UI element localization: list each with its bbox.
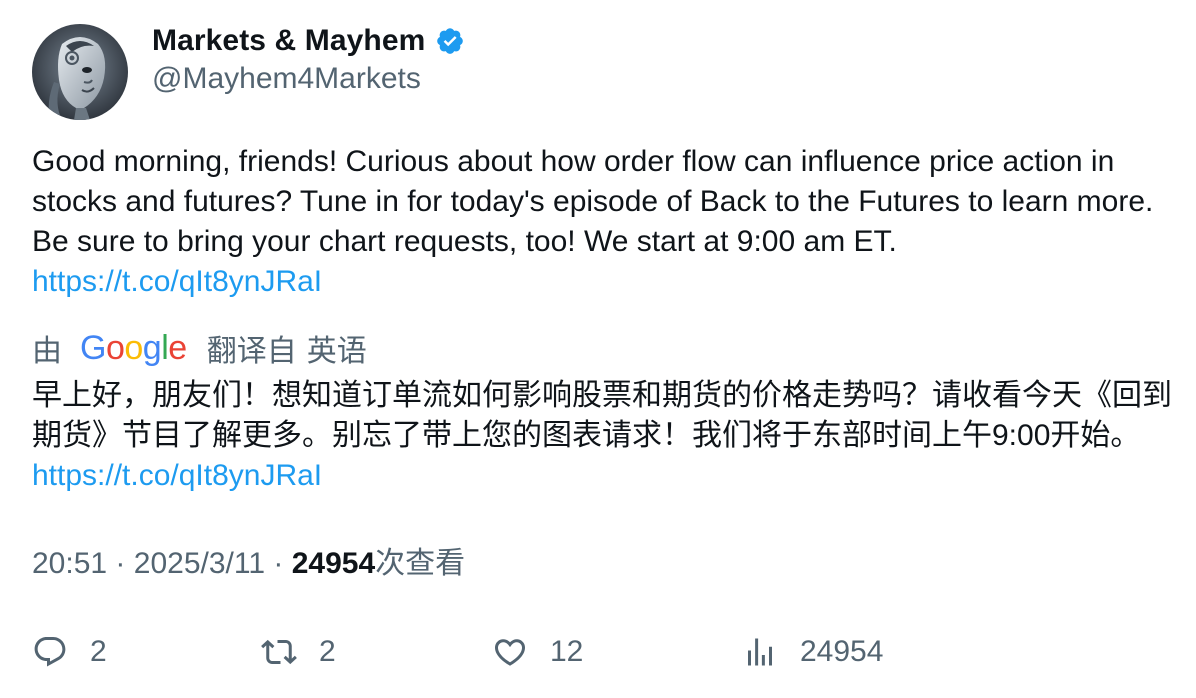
views-button[interactable]: 24954: [742, 630, 883, 674]
author-avatar[interactable]: [32, 24, 128, 120]
source-language: 英语: [306, 335, 367, 368]
meta-separator: ·: [273, 547, 284, 580]
retweet-count: 2: [319, 635, 336, 668]
verified-badge-icon: [435, 26, 465, 56]
translated-link[interactable]: https://t.co/qIt8ynJRaI: [32, 459, 322, 492]
like-count: 12: [550, 635, 584, 668]
heart-icon: [494, 639, 526, 666]
views-count: 24954: [291, 547, 376, 580]
google-logo: Google: [80, 329, 187, 367]
reply-icon: [34, 637, 66, 667]
translated-by-label: 由: [32, 335, 62, 368]
translated-from-label: 翻译自: [206, 335, 297, 368]
retweet-button[interactable]: 2: [261, 630, 336, 674]
tweet-actions: 2 2 12 24954: [0, 630, 1196, 674]
tweet-meta: 20:51 · 2025/3/11 · 24954次查看: [32, 544, 465, 584]
author-display-name[interactable]: Markets & Mayhem: [152, 24, 425, 58]
like-button[interactable]: 12: [492, 630, 583, 674]
author-name-row: Markets & Mayhem: [152, 22, 465, 60]
robot-avatar-icon: [32, 24, 128, 120]
tweet-link[interactable]: https://t.co/qIt8ynJRaI: [32, 265, 322, 298]
tweet-card: Markets & Mayhem @Mayhem4Markets Good mo…: [0, 0, 1196, 698]
reply-count: 2: [90, 635, 107, 668]
translated-text-content: 早上好，朋友们！想知道订单流如何影响股票和期货的价格走势吗？请收看今天《回到期货…: [32, 379, 1172, 452]
retweet-icon: [261, 639, 297, 665]
translated-text: 早上好，朋友们！想知道订单流如何影响股票和期货的价格走势吗？请收看今天《回到期货…: [32, 376, 1172, 496]
tweet-date[interactable]: 2025/3/11: [134, 547, 265, 580]
translation-attribution: 由 Google 翻译自 英语: [32, 326, 367, 370]
analytics-icon: [748, 638, 772, 666]
tweet-text-content: Good morning, friends! Curious about how…: [32, 145, 1162, 258]
tweet-time[interactable]: 20:51: [32, 547, 107, 580]
meta-separator: ·: [115, 547, 126, 580]
tweet-text: Good morning, friends! Curious about how…: [32, 142, 1172, 302]
author-handle[interactable]: @Mayhem4Markets: [152, 62, 421, 96]
views-label: 次查看: [375, 547, 466, 580]
reply-button[interactable]: 2: [32, 630, 107, 674]
views-action-count: 24954: [800, 635, 884, 668]
